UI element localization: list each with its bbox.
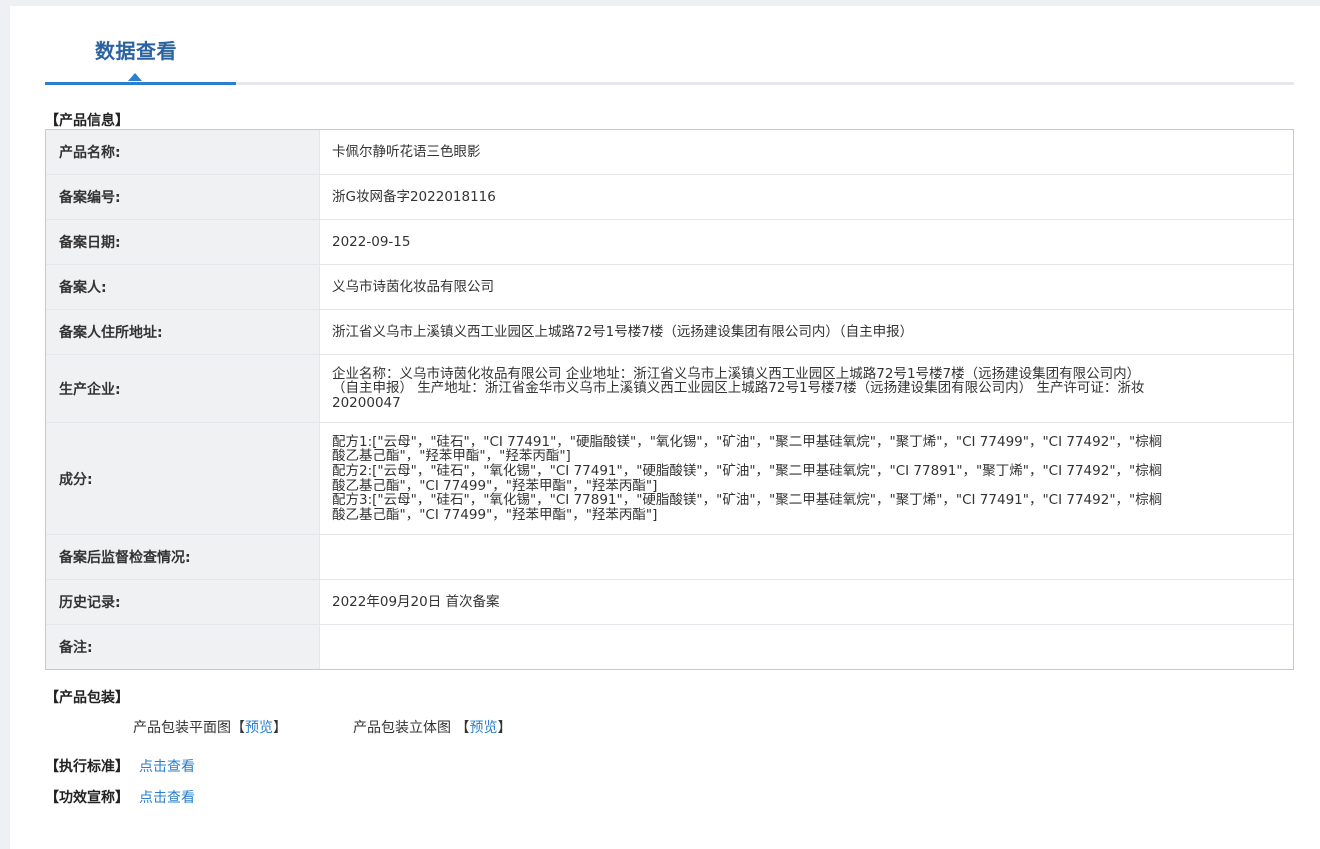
row-filer: 备案人: 义乌市诗茵化妆品有限公司 xyxy=(46,265,1293,310)
bracket-open: 【 xyxy=(231,720,245,736)
row-value: 配方1:["云母"，"硅石"，"CI 77491"，"硬脂酸镁"，"氧化锡"，"… xyxy=(332,433,1163,523)
page: 数据查看 【产品信息】 产品名称: 卡佩尔静听花语三色眼影 备案编号: 浙G妆网… xyxy=(10,6,1320,849)
row-label: 备案编号: xyxy=(46,175,320,219)
row-label: 产品名称: xyxy=(46,130,320,174)
row-filer-address: 备案人住所地址: 浙江省义乌市上溪镇义西工业园区上城路72号1号楼7楼（远扬建设… xyxy=(46,310,1293,355)
standard-line: 【执行标准】 点击查看 xyxy=(45,756,195,776)
bracket-close: 】 xyxy=(497,720,512,736)
row-value xyxy=(320,625,1293,669)
product-info-section-title: 【产品信息】 xyxy=(45,113,129,129)
packaging-section-title: 【产品包装】 xyxy=(45,690,129,706)
row-ingredients: 成分: 配方1:["云母"，"硅石"，"CI 77491"，"硬脂酸镁"，"氧化… xyxy=(46,423,1293,535)
tab-title: 数据查看 xyxy=(95,39,177,63)
efficacy-label: 【功效宣称】 xyxy=(45,790,129,806)
row-history: 历史记录: 2022年09月20日 首次备案 xyxy=(46,580,1293,625)
bracket-open: 【 xyxy=(455,720,470,736)
row-post-filing-inspection: 备案后监督检查情况: xyxy=(46,535,1293,580)
packaging-stereo-item: 产品包装立体图 【预览】 xyxy=(353,717,511,737)
row-manufacturer: 生产企业: 企业名称：义乌市诗茵化妆品有限公司 企业地址：浙江省义乌市上溪镇义西… xyxy=(46,355,1293,423)
packaging-flat-preview-link[interactable]: 预览 xyxy=(245,720,273,736)
row-label: 成分: xyxy=(46,423,320,534)
efficacy-line: 【功效宣称】 点击查看 xyxy=(45,787,195,807)
row-product-name: 产品名称: 卡佩尔静听花语三色眼影 xyxy=(46,130,1293,175)
row-label: 历史记录: xyxy=(46,580,320,624)
row-label: 生产企业: xyxy=(46,355,320,422)
row-label: 备案日期: xyxy=(46,220,320,264)
row-label: 备注: xyxy=(46,625,320,669)
row-value: 义乌市诗茵化妆品有限公司 xyxy=(332,278,494,295)
row-value: 浙江省义乌市上溪镇义西工业园区上城路72号1号楼7楼（远扬建设集团有限公司内）（… xyxy=(332,323,914,340)
row-label: 备案后监督检查情况: xyxy=(46,535,320,579)
standard-label: 【执行标准】 xyxy=(45,759,129,775)
row-value: 浙G妆网备字2022018116 xyxy=(332,188,496,205)
row-filing-date: 备案日期: 2022-09-15 xyxy=(46,220,1293,265)
row-value: 2022年09月20日 首次备案 xyxy=(332,593,500,610)
row-value xyxy=(320,535,1293,579)
packaging-flat-item: 产品包装平面图【预览】 xyxy=(133,717,287,737)
row-value: 卡佩尔静听花语三色眼影 xyxy=(332,143,481,160)
tab-active-caret-icon xyxy=(128,73,142,81)
bracket-close: 】 xyxy=(273,720,287,736)
packaging-stereo-preview-link[interactable]: 预览 xyxy=(469,720,497,736)
tab-bar: 数据查看 xyxy=(45,6,1294,85)
packaging-stereo-label: 产品包装立体图 xyxy=(353,720,456,736)
row-value: 2022-09-15 xyxy=(332,233,411,250)
row-filing-number: 备案编号: 浙G妆网备字2022018116 xyxy=(46,175,1293,220)
row-label: 备案人住所地址: xyxy=(46,310,320,354)
standard-view-link[interactable]: 点击查看 xyxy=(139,759,195,775)
row-remarks: 备注: xyxy=(46,625,1293,669)
efficacy-view-link[interactable]: 点击查看 xyxy=(139,790,195,806)
row-value: 企业名称：义乌市诗茵化妆品有限公司 企业地址：浙江省义乌市上溪镇义西工业园区上城… xyxy=(332,365,1145,411)
product-info-table: 产品名称: 卡佩尔静听花语三色眼影 备案编号: 浙G妆网备字2022018116… xyxy=(45,129,1294,670)
packaging-flat-label: 产品包装平面图 xyxy=(133,720,231,736)
row-label: 备案人: xyxy=(46,265,320,309)
tab-data-view[interactable]: 数据查看 xyxy=(45,6,236,85)
